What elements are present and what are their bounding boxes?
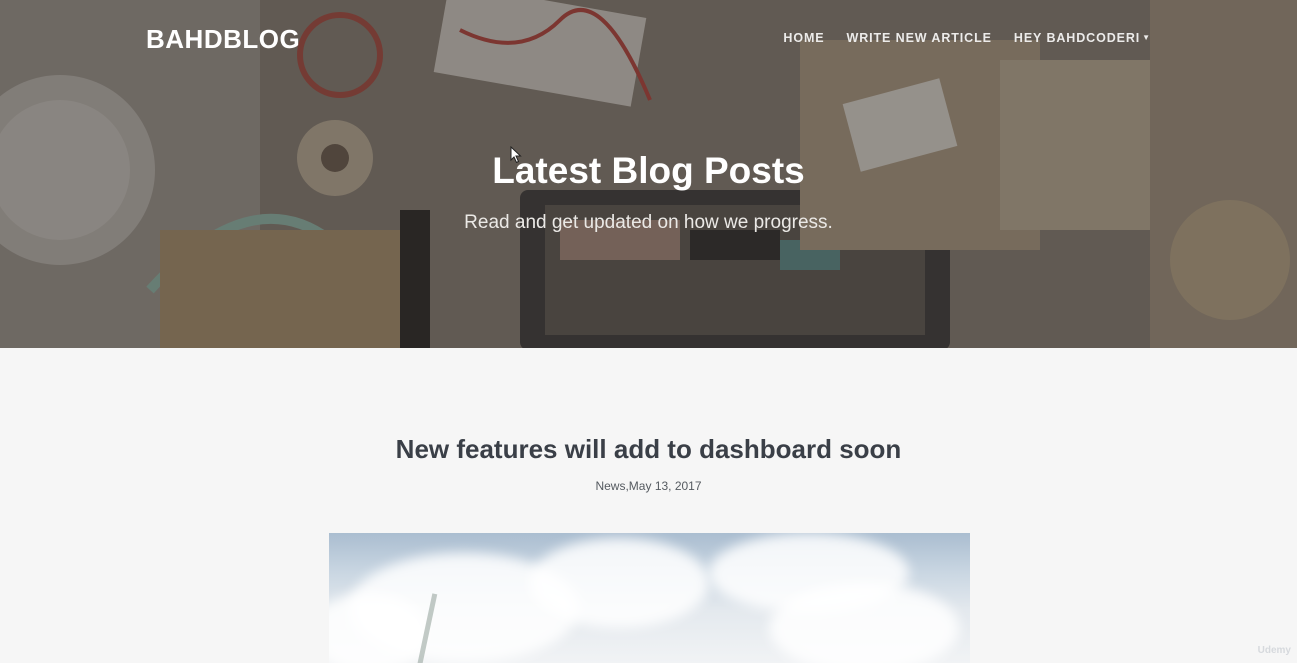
nav-home-link[interactable]: HOME bbox=[772, 31, 835, 45]
nav-write-article-link[interactable]: WRITE NEW ARTICLE bbox=[836, 31, 1003, 45]
post-cover-image[interactable] bbox=[329, 533, 970, 663]
udemy-watermark: Udemy bbox=[1257, 645, 1291, 656]
hero-subtitle: Read and get updated on how we progress. bbox=[464, 212, 833, 233]
navbar: BAHDBLOG HOME WRITE NEW ARTICLE HEY BAHD… bbox=[0, 0, 1297, 76]
nav-links: HOME WRITE NEW ARTICLE HEY BAHDCODERI ▼ bbox=[772, 31, 1151, 45]
nav-user-dropdown[interactable]: HEY BAHDCODERI ▼ bbox=[1003, 31, 1151, 45]
hero-title: Latest Blog Posts bbox=[492, 150, 805, 191]
hero-banner: BAHDBLOG HOME WRITE NEW ARTICLE HEY BAHD… bbox=[0, 0, 1297, 348]
post-meta: News,May 13, 2017 bbox=[595, 479, 702, 493]
brand-logo[interactable]: BAHDBLOG bbox=[146, 24, 300, 55]
mouse-cursor-icon bbox=[510, 146, 522, 164]
nav-user-label: HEY BAHDCODERI bbox=[1013, 31, 1141, 45]
post-title[interactable]: New features will add to dashboard soon bbox=[0, 434, 1297, 465]
caret-down-icon: ▼ bbox=[1142, 33, 1151, 42]
